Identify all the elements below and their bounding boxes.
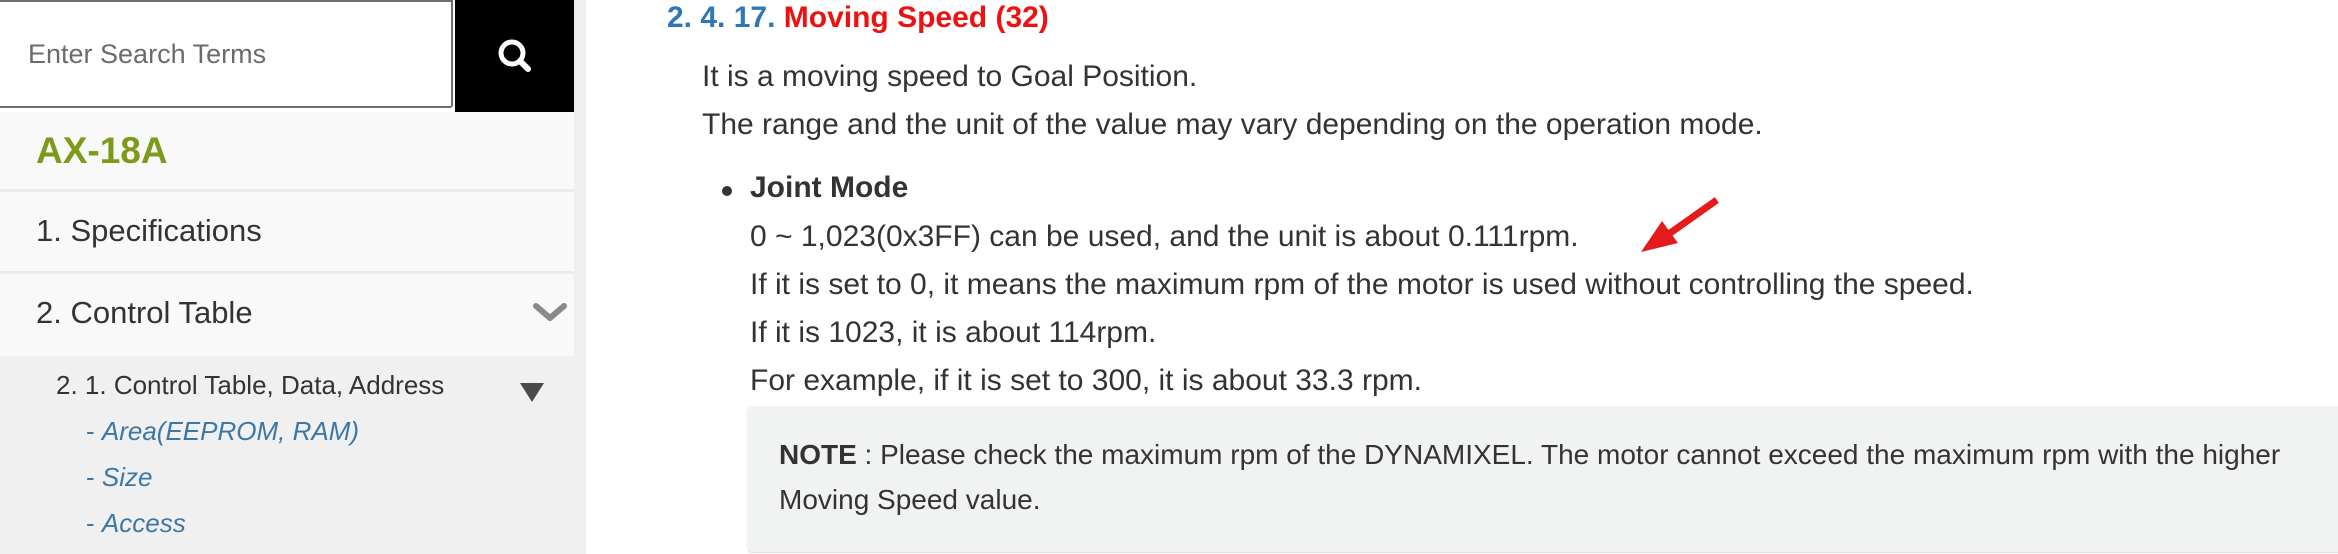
section-heading: 2. 4. 17. Moving Speed (32)	[667, 0, 1049, 36]
joint-mode-line: If it is set to 0, it means the maximum …	[750, 268, 1974, 301]
note-label: NOTE	[779, 439, 857, 470]
submenu-link-size[interactable]: - Size	[86, 462, 152, 493]
intro-text: It is a moving speed to Goal Position.	[702, 60, 1198, 93]
note-text: Moving Speed value.	[779, 484, 1041, 515]
note-text: NOTE : Please check the maximum rpm of t…	[779, 439, 2281, 470]
sidebar-item-control-table[interactable]: 2. Control Table	[0, 274, 574, 352]
search-input[interactable]	[0, 0, 453, 108]
sidebar-item-label: 2. Control Table	[36, 295, 253, 330]
section-title: Moving Speed (32)	[783, 1, 1049, 34]
sidebar: AX-18A 1. Specifications 2. Control Tabl…	[0, 0, 574, 554]
submenu-link-access[interactable]: - Access	[86, 508, 186, 539]
joint-mode-line: If it is 1023, it is about 114rpm.	[750, 316, 1157, 349]
search-button[interactable]	[455, 0, 574, 112]
red-arrow-icon	[1641, 197, 1719, 252]
section-number: 2. 4. 17.	[667, 1, 776, 34]
joint-mode-line: For example, if it is set to 300, it is …	[750, 364, 1422, 397]
search-icon	[498, 39, 531, 72]
submenu-link-area[interactable]: - Area(EEPROM, RAM)	[86, 416, 359, 447]
joint-mode-title: Joint Mode	[750, 171, 909, 204]
sidebar-item-label: 1. Specifications	[36, 213, 262, 248]
submenu-item-control-table-data-address[interactable]: 2. 1. Control Table, Data, Address	[56, 370, 444, 401]
sidebar-scrollbar[interactable]	[574, 0, 586, 554]
search-bar	[0, 0, 574, 112]
product-title[interactable]: AX-18A	[36, 111, 168, 190]
intro-text: The range and the unit of the value may …	[702, 108, 1763, 141]
sidebar-item-specifications[interactable]: 1. Specifications	[0, 192, 574, 270]
joint-mode-line: 0 ~ 1,023(0x3FF) can be used, and the un…	[750, 220, 1579, 253]
triangle-down-icon[interactable]	[518, 380, 546, 404]
note-box: NOTE : Please check the maximum rpm of t…	[747, 406, 2338, 552]
bullet-icon	[722, 186, 732, 196]
submenu: 2. 1. Control Table, Data, Address - Are…	[0, 356, 574, 554]
chevron-down-icon[interactable]	[532, 274, 568, 352]
